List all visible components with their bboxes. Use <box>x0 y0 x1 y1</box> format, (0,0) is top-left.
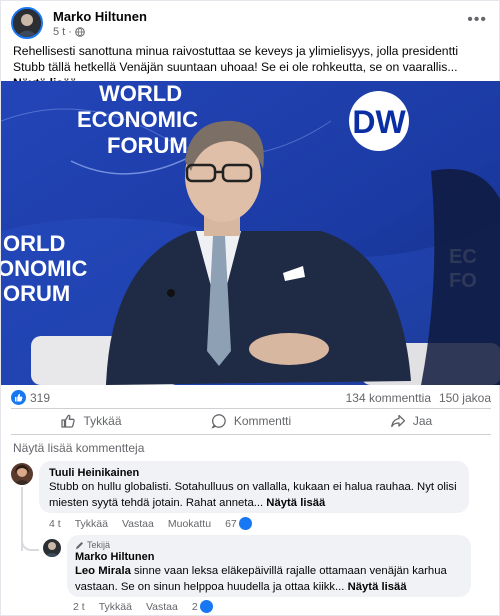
comment-label: Kommentti <box>233 414 292 428</box>
banner-top-line2: ECONOMIC <box>77 107 198 132</box>
comment-reaction-count[interactable]: 67 <box>225 518 237 530</box>
commenter-avatar[interactable] <box>11 463 33 485</box>
comment-bubble: Tuuli Heinikainen Stubb on hullu globali… <box>39 461 469 513</box>
comment-meta: 4 t Tykkää Vastaa Muokattu 67 <box>49 517 266 530</box>
post-body: Rehellisesti sanottuna minua raivostutta… <box>13 44 459 74</box>
reply-time[interactable]: 2 t <box>73 601 85 613</box>
reply-mention[interactable]: Leo Mirala <box>75 565 131 577</box>
dot-separator: · <box>68 26 72 38</box>
thumbs-up-icon <box>61 414 76 428</box>
reply-meta: 2 t Tykkää Vastaa 2 <box>73 600 227 613</box>
more-comments-link[interactable]: Näytä lisää kommentteja <box>13 441 144 455</box>
post-card: Marko Hiltunen 5 t · ••• Rehellisesti sa… <box>0 0 500 616</box>
comment-count[interactable]: 134 kommenttia <box>346 391 431 405</box>
banner-left-line2: ONOMIC <box>1 256 88 281</box>
post-time[interactable]: 5 t <box>53 26 65 38</box>
reply-author-avatar[interactable] <box>43 539 61 557</box>
author-avatar[interactable] <box>11 7 43 39</box>
reply-like-button[interactable]: Tykkää <box>99 601 132 613</box>
wef-photo: WORLD ECONOMIC FORUM ORLD ONOMIC ORUM EC… <box>1 81 500 385</box>
banner-left-line3: ORUM <box>3 281 70 306</box>
banner-left-line1: ORLD <box>3 231 65 256</box>
reply-text: Leo Mirala sinne vaan leksa eläkepäivill… <box>75 563 465 595</box>
share-button[interactable]: Jaa <box>331 409 491 433</box>
like-reaction-icon[interactable] <box>11 390 26 405</box>
comment-time[interactable]: 4 t <box>49 518 61 530</box>
post-meta: 5 t · <box>53 26 85 38</box>
comment-button[interactable]: Kommentti <box>171 409 331 433</box>
comment-body: Stubb on hullu globalisti. Sotahulluus o… <box>49 481 457 509</box>
reaction-count[interactable]: 319 <box>30 391 50 405</box>
comment-icon <box>211 414 226 429</box>
comment-author[interactable]: Tuuli Heinikainen <box>49 467 139 479</box>
globe-icon <box>75 27 85 37</box>
share-label: Jaa <box>412 414 433 428</box>
comment-like-button[interactable]: Tykkää <box>75 518 108 530</box>
reply-reaction-count[interactable]: 2 <box>192 601 198 613</box>
reply-reply-button[interactable]: Vastaa <box>146 601 178 613</box>
comment-reply-button[interactable]: Vastaa <box>122 518 154 530</box>
divider-bottom <box>11 434 491 435</box>
share-icon <box>390 414 405 428</box>
more-options-icon[interactable]: ••• <box>467 11 487 29</box>
reply-see-more[interactable]: Näytä lisää <box>348 581 407 593</box>
comment-see-more[interactable]: Näytä lisää <box>266 497 325 509</box>
comment-text: Stubb on hullu globalisti. Sotahulluus o… <box>49 479 464 511</box>
author-badge: Tekijä <box>75 540 110 550</box>
pencil-icon <box>76 541 83 549</box>
post-image[interactable]: WORLD ECONOMIC FORUM ORLD ONOMIC ORUM EC… <box>1 81 500 385</box>
post-header: Marko Hiltunen 5 t · ••• <box>11 7 491 41</box>
like-button[interactable]: Tykkää <box>11 409 171 433</box>
author-badge-label: Tekijä <box>87 540 111 550</box>
comment-like-icon <box>238 517 252 530</box>
reactions-bar: 319 134 kommenttia 150 jakoa <box>11 389 491 407</box>
reply-like-icon <box>199 600 213 613</box>
reply-author[interactable]: Marko Hiltunen <box>75 551 154 563</box>
dw-logo: DW <box>349 91 409 151</box>
banner-top-line3: FORUM <box>107 133 188 158</box>
post-actions: Tykkää Kommentti Jaa <box>11 409 491 433</box>
banner-top-line1: WORLD <box>99 81 182 106</box>
comment-edited-label: Muokattu <box>167 517 212 530</box>
reply-bubble: Tekijä Marko Hiltunen Leo Mirala sinne v… <box>67 535 471 597</box>
svg-text:DW: DW <box>352 104 406 140</box>
thread-connector <box>21 541 39 551</box>
like-label: Tykkää <box>83 414 122 428</box>
share-count[interactable]: 150 jakoa <box>439 391 491 405</box>
post-author[interactable]: Marko Hiltunen <box>53 9 147 24</box>
